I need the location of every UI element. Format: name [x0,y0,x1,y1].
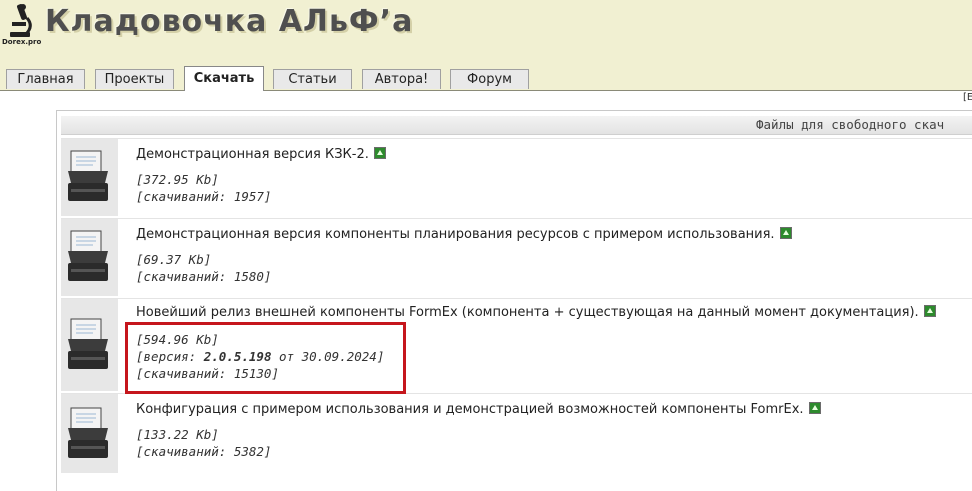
file-icon-cell [61,139,118,216]
file-icon-cell [61,299,118,391]
logo-caption: Dorex.pro [2,38,42,46]
file-title-text[interactable]: Демонстрационная версия КЗК-2. [136,147,369,162]
download-arrow-icon[interactable] [779,227,792,239]
edge-bracket-text: [Е [963,92,972,103]
file-title[interactable]: Конфигурация с примером использования и … [136,400,821,420]
file-icon-cell [61,394,118,473]
tab-articles[interactable]: Статьи [273,69,352,89]
file-title-text[interactable]: Новейший релиз внешней компоненты FormEx… [136,305,919,320]
nav-tabs: Главная Проекты Скачать Статьи Автора! Ф… [0,66,972,91]
file-title[interactable]: Новейший релиз внешней компоненты FormEx… [136,303,936,323]
file-row: Демонстрационная версия компоненты плани… [61,218,972,296]
file-download-icon[interactable] [65,406,111,462]
file-downloads: [скачиваний: 5382] [136,444,272,459]
tab-projects[interactable]: Проекты [95,69,174,89]
file-row: Демонстрационная версия КЗК-2. [372.95 K… [61,138,972,216]
tab-forum[interactable]: Форум [450,69,529,89]
tab-home[interactable]: Главная [6,69,85,89]
file-size: [69.37 Kb] [136,252,212,267]
files-section-title: Файлы для свободного скач [756,117,945,132]
file-downloads: [скачиваний: 1957] [136,189,272,204]
file-title-text[interactable]: Конфигурация с примером использования и … [136,402,804,417]
download-arrow-icon[interactable] [808,402,821,414]
microscope-logo-icon[interactable] [2,2,40,54]
highlight-annotation-box [125,322,406,394]
file-download-icon[interactable] [65,149,111,205]
tab-authors[interactable]: Автора! [362,69,441,89]
download-arrow-icon[interactable] [923,305,936,317]
tab-download[interactable]: Скачать [184,66,264,91]
file-row: Конфигурация с примером использования и … [61,393,972,473]
download-arrow-icon[interactable] [373,147,386,159]
file-download-icon[interactable] [65,317,111,373]
site-header: Dorex.pro Кладовочка АЛьФ’а Главная Прое… [0,0,972,91]
file-download-icon[interactable] [65,229,111,285]
file-title[interactable]: Демонстрационная версия КЗК-2. [136,145,386,165]
files-section-header: Файлы для свободного скач [61,116,972,135]
file-size: [133.22 Kb] [136,427,219,442]
file-title-text[interactable]: Демонстрационная версия компоненты плани… [136,227,775,242]
file-title[interactable]: Демонстрационная версия компоненты плани… [136,225,792,245]
file-icon-cell [61,219,118,296]
file-downloads: [скачиваний: 1580] [136,269,272,284]
site-title: Кладовочка АЛьФ’а [45,4,414,39]
file-size: [372.95 Kb] [136,172,219,187]
